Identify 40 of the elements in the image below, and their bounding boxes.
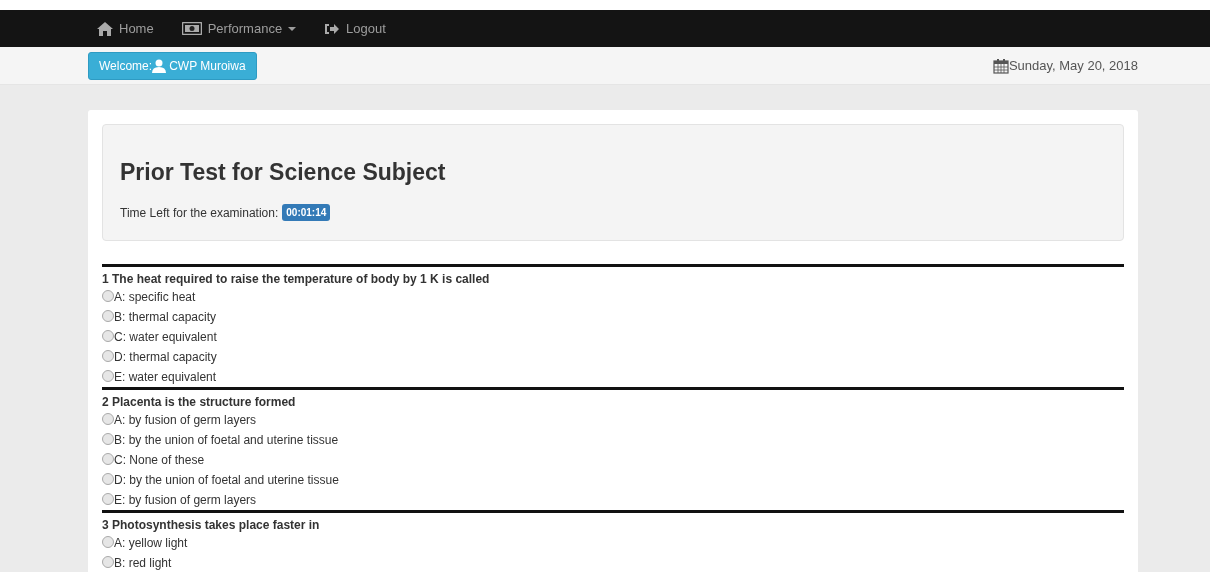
nav-link[interactable]: Home — [97, 18, 154, 39]
option-label: E: water equivalent — [114, 369, 217, 386]
nav-link[interactable]: Logout — [324, 18, 386, 39]
option-label: B: thermal capacity — [114, 309, 217, 326]
radio-button[interactable] — [102, 433, 114, 445]
home-icon — [97, 21, 113, 36]
logout-icon — [324, 21, 341, 36]
option-label: B: by the union of foetal and uterine tissue — [114, 432, 339, 449]
radio-button[interactable] — [102, 330, 114, 342]
question-text: 1 The heat required to raise the temperature of body by 1 K is called — [102, 271, 491, 287]
nav-link[interactable]: Performance — [181, 18, 297, 39]
question-text: 2 Placenta is the structure formed — [102, 394, 297, 410]
option-label: D: by the union of foetal and uterine tissue — [114, 472, 339, 489]
question-text: 3 Photosynthesis takes place faster in — [102, 517, 321, 533]
option-label: D: thermal capacity — [114, 349, 217, 366]
radio-button[interactable] — [102, 536, 114, 548]
option-label: A: specific heat — [114, 289, 196, 306]
radio-button[interactable] — [102, 493, 114, 505]
option-label: E: by fusion of germ layers — [114, 492, 257, 509]
user-icon — [152, 58, 167, 73]
banknote-icon — [181, 22, 202, 35]
radio-button[interactable] — [102, 370, 114, 382]
option-label: B: red light — [114, 555, 172, 572]
option-label: C: water equivalent — [114, 329, 217, 346]
caret-icon — [288, 26, 297, 31]
radio-button[interactable] — [102, 453, 114, 465]
option-label: A: by fusion of germ layers — [114, 412, 257, 429]
radio-button[interactable] — [102, 413, 114, 425]
option-label: C: None of these — [114, 452, 205, 469]
radio-button[interactable] — [102, 310, 114, 322]
timer-badge: 00:01:14 — [282, 204, 331, 221]
radio-button[interactable] — [102, 290, 114, 302]
calendar-icon — [992, 57, 1009, 74]
radio-button[interactable] — [102, 473, 114, 485]
radio-button[interactable] — [102, 556, 114, 568]
date-text: Sunday, May 20, 2018 — [1008, 56, 1138, 75]
option-label: A: yellow light — [114, 535, 188, 552]
radio-button[interactable] — [102, 350, 114, 362]
timer-label: Time Left for the examination: — [120, 204, 279, 222]
exam-title: Prior Test for Science Subject — [120, 158, 447, 187]
